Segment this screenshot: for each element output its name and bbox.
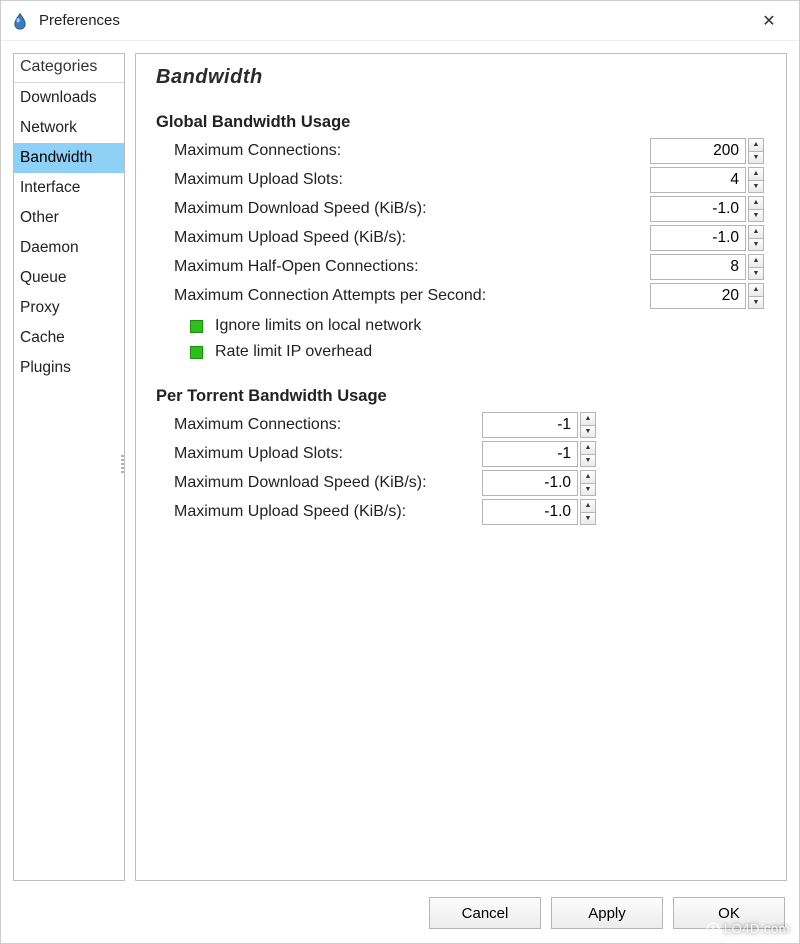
input-max-conn-attempts[interactable] — [650, 283, 746, 309]
label-max-upload-speed: Maximum Upload Speed (KiB/s): — [156, 229, 406, 247]
sidebar-header: Categories — [14, 54, 124, 83]
sidebar-item-plugins[interactable]: Plugins — [14, 353, 124, 383]
spin-up-icon[interactable]: ▲ — [748, 138, 764, 151]
categories-sidebar: Categories Downloads Network Bandwidth I… — [13, 53, 125, 881]
input-max-download-speed[interactable] — [650, 196, 746, 222]
spin-pt-max-download-speed: ▲▼ — [482, 470, 596, 496]
row-max-connections: Maximum Connections: ▲ ▼ — [156, 138, 766, 164]
sidebar-item-proxy[interactable]: Proxy — [14, 293, 124, 323]
spin-down-icon[interactable]: ▼ — [748, 209, 764, 223]
label-max-upload-slots: Maximum Upload Slots: — [156, 171, 343, 189]
dialog-button-bar: Cancel Apply OK — [1, 893, 799, 943]
page-title: Bandwidth — [156, 66, 766, 89]
row-pt-max-upload-slots: Maximum Upload Slots: ▲▼ — [156, 441, 596, 467]
per-torrent-group: Per Torrent Bandwidth Usage Maximum Conn… — [156, 387, 596, 525]
cancel-button[interactable]: Cancel — [429, 897, 541, 929]
label-pt-max-upload-speed: Maximum Upload Speed (KiB/s): — [156, 503, 406, 521]
spin-down-icon[interactable]: ▼ — [748, 267, 764, 281]
spin-up-icon[interactable]: ▲ — [748, 283, 764, 296]
row-pt-max-upload-speed: Maximum Upload Speed (KiB/s): ▲▼ — [156, 499, 596, 525]
close-button[interactable]: ✕ — [749, 11, 789, 31]
spin-down-icon[interactable]: ▼ — [580, 512, 596, 526]
spin-max-upload-slots: ▲▼ — [650, 167, 764, 193]
spin-up-icon[interactable]: ▲ — [748, 225, 764, 238]
sidebar-item-network[interactable]: Network — [14, 113, 124, 143]
main-panel: Bandwidth Global Bandwidth Usage Maximum… — [135, 53, 787, 881]
row-pt-max-connections: Maximum Connections: ▲▼ — [156, 412, 596, 438]
spin-up-icon[interactable]: ▲ — [580, 412, 596, 425]
spin-max-download-speed: ▲▼ — [650, 196, 764, 222]
apply-button[interactable]: Apply — [551, 897, 663, 929]
spin-up-icon[interactable]: ▲ — [748, 254, 764, 267]
per-torrent-heading: Per Torrent Bandwidth Usage — [156, 387, 596, 406]
input-pt-max-download-speed[interactable] — [482, 470, 578, 496]
spin-up-icon[interactable]: ▲ — [748, 167, 764, 180]
label-pt-max-connections: Maximum Connections: — [156, 416, 341, 434]
input-max-connections[interactable] — [650, 138, 746, 164]
checkbox-icon[interactable] — [190, 346, 203, 359]
input-pt-max-upload-slots[interactable] — [482, 441, 578, 467]
row-max-upload-slots: Maximum Upload Slots: ▲▼ — [156, 167, 766, 193]
checkbox-icon[interactable] — [190, 320, 203, 333]
sidebar-item-interface[interactable]: Interface — [14, 173, 124, 203]
spin-up-icon[interactable]: ▲ — [580, 470, 596, 483]
spin-down-icon[interactable]: ▼ — [748, 238, 764, 252]
spin-down-icon[interactable]: ▼ — [580, 425, 596, 439]
row-max-upload-speed: Maximum Upload Speed (KiB/s): ▲▼ — [156, 225, 766, 251]
spin-pt-max-upload-speed: ▲▼ — [482, 499, 596, 525]
preferences-window: Preferences ✕ Categories Downloads Netwo… — [0, 0, 800, 944]
global-bandwidth-group: Global Bandwidth Usage Maximum Connectio… — [156, 113, 766, 361]
label-max-download-speed: Maximum Download Speed (KiB/s): — [156, 200, 427, 218]
input-max-upload-speed[interactable] — [650, 225, 746, 251]
check-rate-ip[interactable]: Rate limit IP overhead — [156, 343, 766, 361]
label-max-half-open: Maximum Half-Open Connections: — [156, 258, 419, 276]
sidebar-resize-grip[interactable] — [121, 453, 125, 481]
sidebar-item-daemon[interactable]: Daemon — [14, 233, 124, 263]
spin-down-icon[interactable]: ▼ — [748, 296, 764, 310]
spin-up-icon[interactable]: ▲ — [748, 196, 764, 209]
check-ignore-local-label: Ignore limits on local network — [215, 317, 421, 335]
label-max-connections: Maximum Connections: — [156, 142, 341, 160]
spin-pt-max-connections: ▲▼ — [482, 412, 596, 438]
spin-down-icon[interactable]: ▼ — [748, 180, 764, 194]
spin-pt-max-upload-slots: ▲▼ — [482, 441, 596, 467]
row-max-conn-attempts: Maximum Connection Attempts per Second: … — [156, 283, 766, 309]
label-max-conn-attempts: Maximum Connection Attempts per Second: — [156, 287, 486, 305]
spin-down-icon[interactable]: ▼ — [748, 151, 764, 165]
check-rate-ip-label: Rate limit IP overhead — [215, 343, 372, 361]
sidebar-item-downloads[interactable]: Downloads — [14, 83, 124, 113]
input-max-half-open[interactable] — [650, 254, 746, 280]
row-max-download-speed: Maximum Download Speed (KiB/s): ▲▼ — [156, 196, 766, 222]
spin-max-half-open: ▲▼ — [650, 254, 764, 280]
dialog-body: Categories Downloads Network Bandwidth I… — [1, 41, 799, 893]
input-pt-max-connections[interactable] — [482, 412, 578, 438]
sidebar-item-other[interactable]: Other — [14, 203, 124, 233]
spin-max-conn-attempts: ▲▼ — [650, 283, 764, 309]
titlebar: Preferences ✕ — [1, 1, 799, 41]
input-pt-max-upload-speed[interactable] — [482, 499, 578, 525]
spin-up-icon[interactable]: ▲ — [580, 499, 596, 512]
sidebar-item-cache[interactable]: Cache — [14, 323, 124, 353]
check-ignore-local[interactable]: Ignore limits on local network — [156, 317, 766, 335]
spin-up-icon[interactable]: ▲ — [580, 441, 596, 454]
label-pt-max-upload-slots: Maximum Upload Slots: — [156, 445, 343, 463]
label-pt-max-download-speed: Maximum Download Speed (KiB/s): — [156, 474, 427, 492]
row-pt-max-download-speed: Maximum Download Speed (KiB/s): ▲▼ — [156, 470, 596, 496]
row-max-half-open: Maximum Half-Open Connections: ▲▼ — [156, 254, 766, 280]
input-max-upload-slots[interactable] — [650, 167, 746, 193]
spin-max-connections: ▲ ▼ — [650, 138, 764, 164]
sidebar-item-bandwidth[interactable]: Bandwidth — [14, 143, 124, 173]
spin-down-icon[interactable]: ▼ — [580, 454, 596, 468]
app-icon — [11, 12, 29, 30]
global-heading: Global Bandwidth Usage — [156, 113, 766, 132]
spin-max-upload-speed: ▲▼ — [650, 225, 764, 251]
window-title: Preferences — [39, 12, 749, 29]
ok-button[interactable]: OK — [673, 897, 785, 929]
spin-down-icon[interactable]: ▼ — [580, 483, 596, 497]
sidebar-item-queue[interactable]: Queue — [14, 263, 124, 293]
